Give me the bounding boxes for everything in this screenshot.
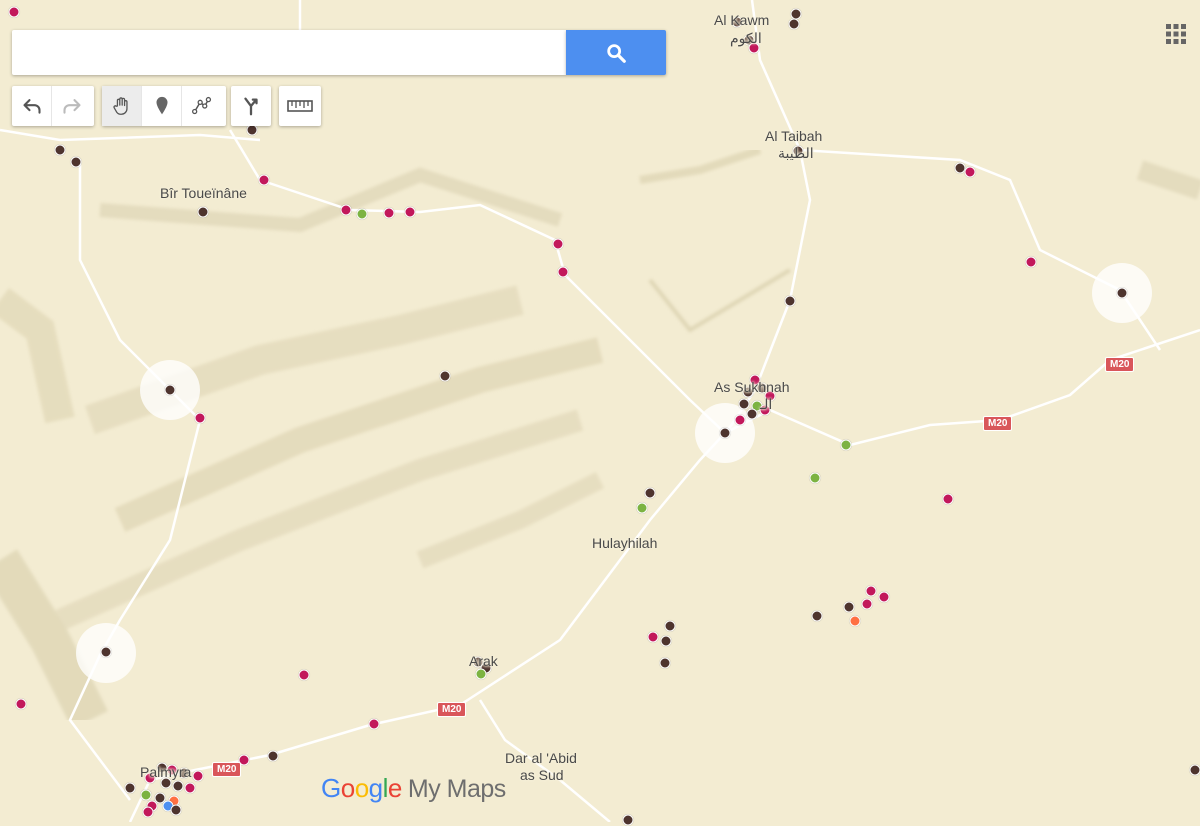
map-marker[interactable] [384,208,395,219]
map-marker[interactable] [198,207,209,218]
line-icon [191,95,213,117]
map-marker[interactable] [735,415,746,426]
place-label: As Sukhnah [714,379,790,395]
map-marker[interactable] [268,751,279,762]
map-marker[interactable] [841,440,852,451]
map-marker[interactable] [55,145,66,156]
map-marker[interactable] [645,488,656,499]
map-marker[interactable] [810,473,821,484]
road-shield-m20: M20 [1105,357,1134,372]
map-marker[interactable] [247,125,258,136]
map-marker[interactable] [866,586,877,597]
map-marker[interactable] [1117,288,1128,299]
map-marker[interactable] [440,371,451,382]
map-marker[interactable] [789,19,800,30]
map-marker[interactable] [405,207,416,218]
place-label: Hulayhilah [592,535,657,551]
map-marker[interactable] [812,611,823,622]
map-marker[interactable] [720,428,731,439]
map-marker[interactable] [558,267,569,278]
draw-toolbar [102,86,226,126]
map-marker[interactable] [965,167,976,178]
map-marker[interactable] [747,409,758,420]
directions-icon [240,95,262,117]
redo-icon [62,96,82,116]
map-marker[interactable] [739,399,750,410]
map-marker[interactable] [341,205,352,216]
undo-button[interactable] [12,86,52,126]
map-marker[interactable] [299,670,310,681]
map-marker[interactable] [141,790,152,801]
measure-toolbar [279,86,321,126]
map-marker[interactable] [785,296,796,307]
measure-button[interactable] [279,86,321,126]
map-marker[interactable] [16,699,27,710]
marker-icon [153,95,171,117]
search-input[interactable] [12,30,566,75]
map-marker[interactable] [173,781,184,792]
place-label: Al Kawm [714,12,769,28]
add-marker-button[interactable] [142,86,182,126]
directions-toolbar [231,86,271,126]
map-marker[interactable] [665,621,676,632]
undo-icon [22,96,42,116]
search-icon [605,42,627,64]
map-marker[interactable] [648,632,659,643]
road-shield-m20: M20 [983,416,1012,431]
place-label-arabic: الكوم [730,30,762,47]
pan-button[interactable] [102,86,142,126]
place-label: as Sud [520,767,564,783]
road-shield-m20: M20 [212,762,241,777]
map-marker[interactable] [943,494,954,505]
place-label: Bîr Toueïnâne [160,185,247,201]
map-marker[interactable] [862,599,873,610]
directions-button[interactable] [231,86,271,126]
google-my-maps-logo: GoogleMy Maps [321,773,506,804]
map-marker[interactable] [1026,257,1037,268]
map-marker[interactable] [623,815,634,826]
apps-grid-icon[interactable] [1165,23,1187,45]
map-marker[interactable] [660,658,671,669]
place-label-arabic: الطيبة [778,145,814,162]
history-toolbar [12,86,94,126]
map-marker[interactable] [1190,765,1200,776]
map-marker[interactable] [171,805,182,816]
ruler-icon [287,99,313,113]
map-marker[interactable] [357,209,368,220]
place-label: Palmyra [140,764,191,780]
hand-icon [111,95,133,117]
map-marker[interactable] [165,385,176,396]
place-label: Arak [469,653,498,669]
redo-button[interactable] [52,86,92,126]
search-button[interactable] [566,30,666,75]
map-marker[interactable] [661,636,672,647]
map-marker[interactable] [125,783,136,794]
map-marker[interactable] [369,719,380,730]
draw-line-button[interactable] [182,86,222,126]
map-marker[interactable] [850,616,861,627]
map-marker[interactable] [637,503,648,514]
map-marker[interactable] [193,771,204,782]
map-marker[interactable] [143,807,154,818]
map-marker[interactable] [259,175,270,186]
place-label: Al Taibah [765,128,822,144]
map-marker[interactable] [553,239,564,250]
map-marker[interactable] [9,7,20,18]
map-marker[interactable] [185,783,196,794]
map-marker[interactable] [844,602,855,613]
map-marker[interactable] [879,592,890,603]
place-label-arabic: الـ [760,396,772,413]
map-marker[interactable] [476,669,487,680]
place-label: Dar al 'Abid [505,750,577,766]
map-marker[interactable] [195,413,206,424]
map-marker[interactable] [71,157,82,168]
map-marker[interactable] [101,647,112,658]
road-shield-m20: M20 [437,702,466,717]
